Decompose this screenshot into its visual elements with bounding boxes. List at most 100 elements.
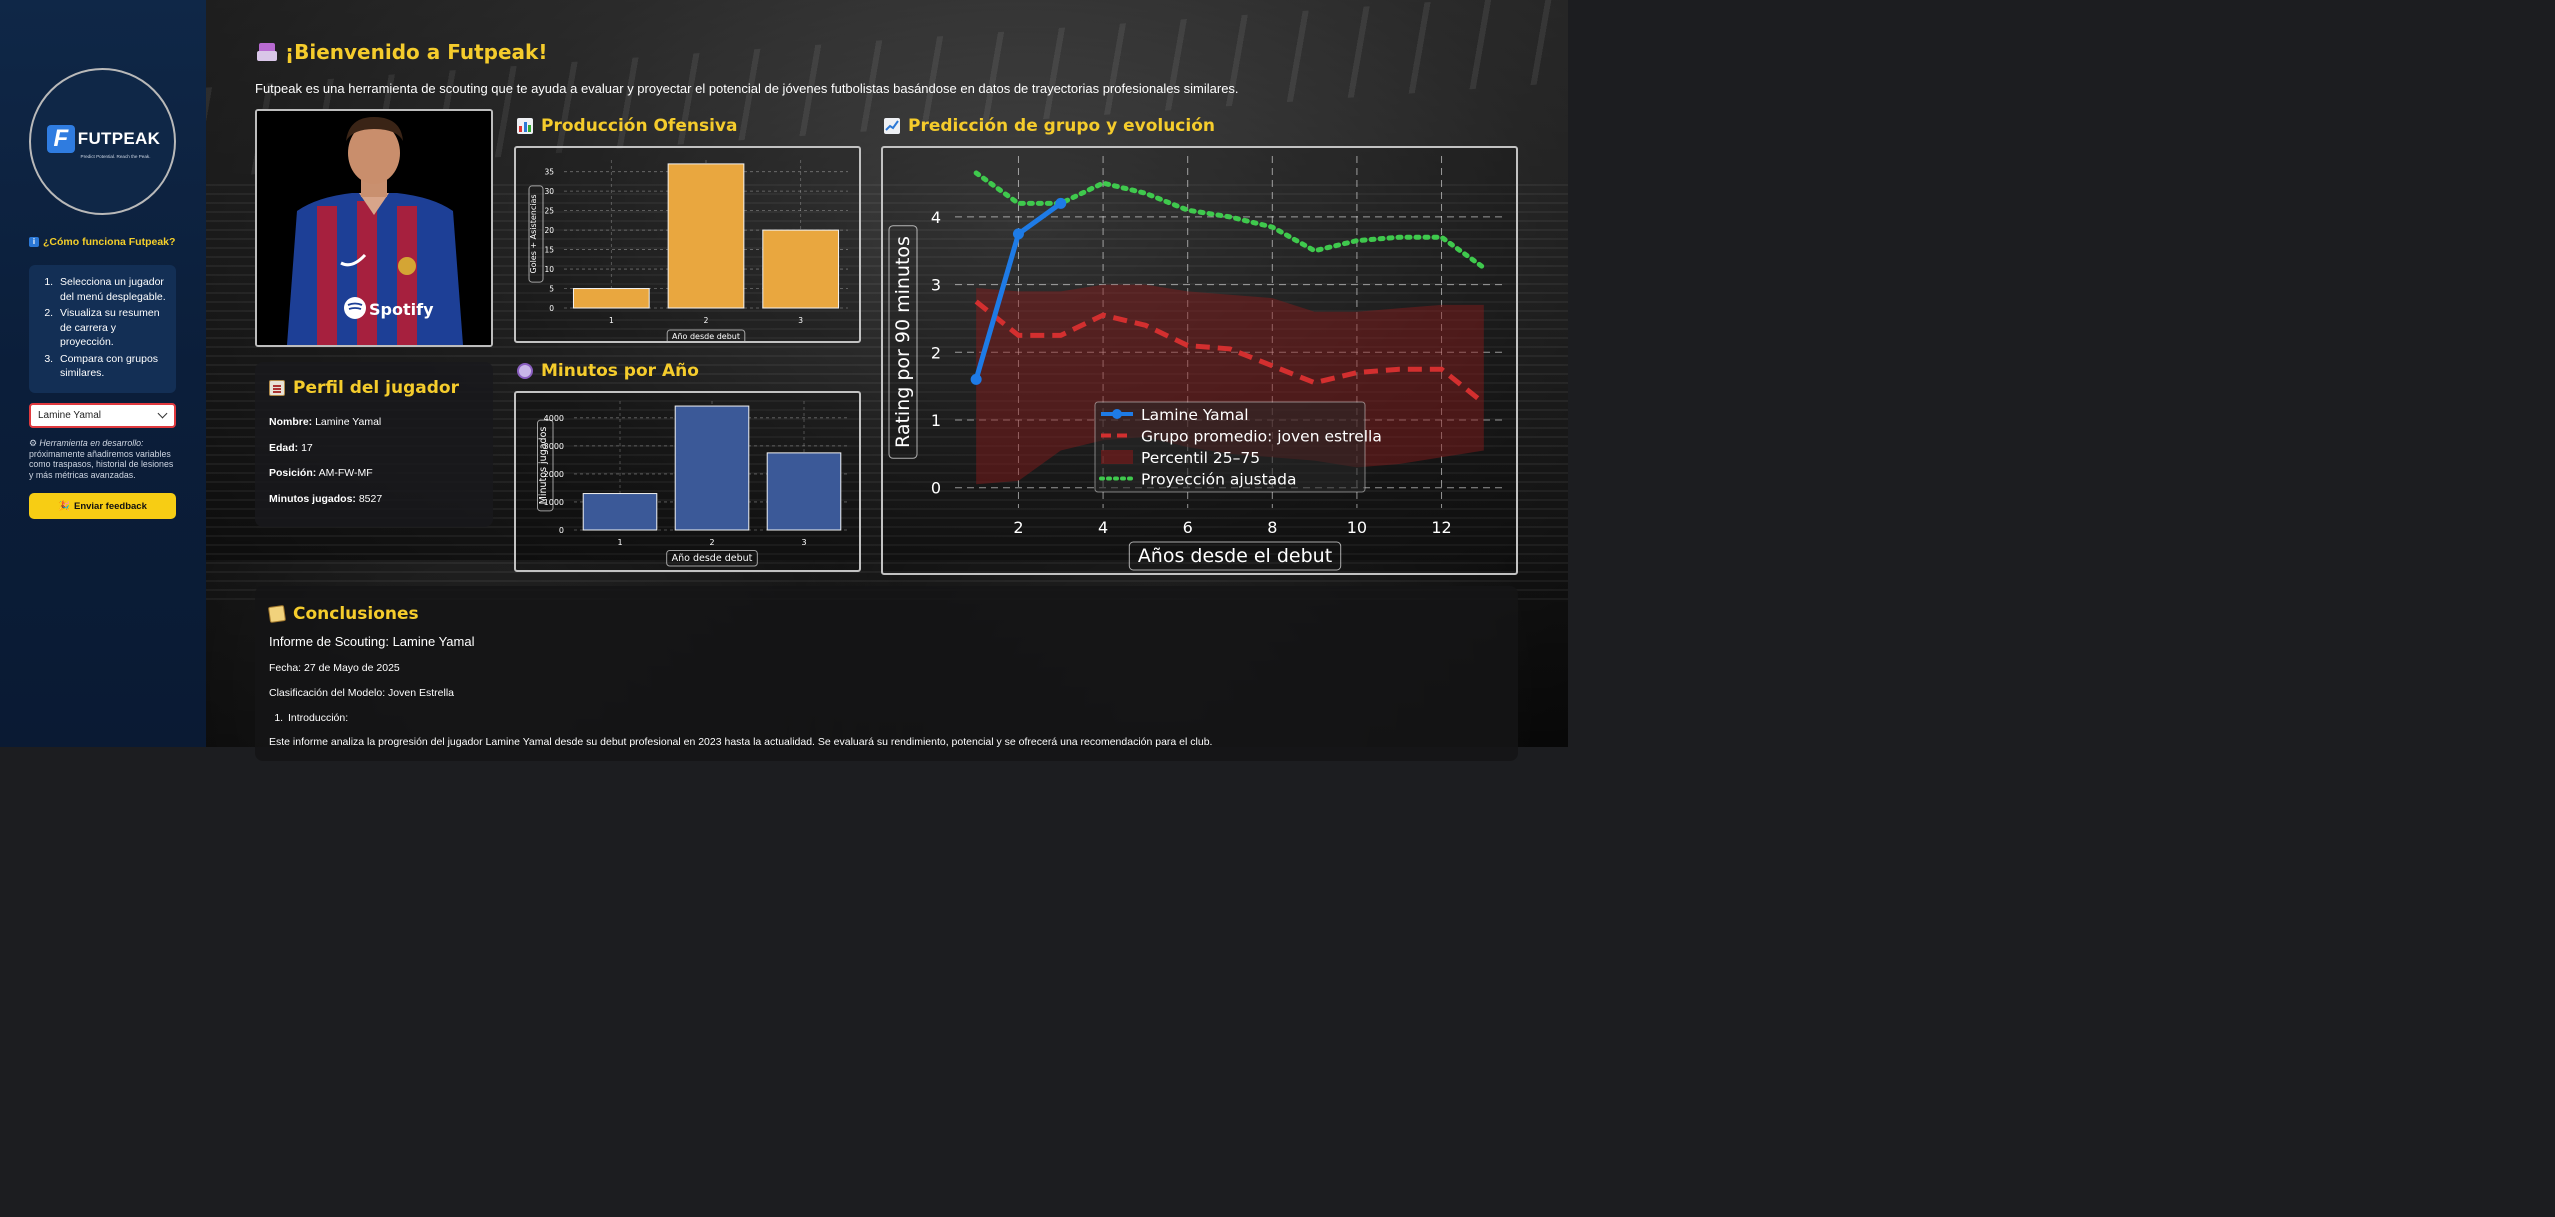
info-icon: i xyxy=(29,237,39,247)
x-tick-label: 6 xyxy=(1183,518,1193,537)
prediction-chart-title: Predicción de grupo y evolución xyxy=(884,116,1215,136)
step-item: Visualiza su resumen de carrera y proyec… xyxy=(56,306,168,350)
step-item: Selecciona un jugador del menú desplegab… xyxy=(56,275,168,304)
gear-icon: ⚙ xyxy=(29,438,37,448)
x-tick-label: 3 xyxy=(798,316,803,325)
profile-rows: Nombre: Lamine Yamal Edad: 17 Posición: … xyxy=(269,410,479,512)
x-axis-label: Año desde debut xyxy=(672,553,753,564)
player-photo: Spotify xyxy=(255,109,493,347)
chevron-down-icon[interactable] xyxy=(157,408,168,419)
development-note: ⚙ Herramienta en desarrollo: próximament… xyxy=(29,438,179,480)
y-tick-label: 15 xyxy=(544,246,554,255)
send-feedback-label: Enviar feedback xyxy=(73,500,147,512)
bar-1 xyxy=(582,493,658,531)
player-profile-card: Perfil del jugador Nombre: Lamine Yamal … xyxy=(255,362,493,527)
prediction-chart-svg: 012342 4 6 8 10 12Años desde el debutRating p… xyxy=(888,156,1505,571)
bar-3 xyxy=(766,452,842,531)
bar-2 xyxy=(674,405,750,531)
conclusions-section: Conclusiones Informe de Scouting: Lamine… xyxy=(255,586,1518,761)
development-note-text: próximamente añadiremos variables como t… xyxy=(29,448,174,480)
x-tick-label: 2 xyxy=(1013,518,1023,537)
sponsor-logo-text: Spotify xyxy=(369,300,434,319)
x-tick-label: 10 xyxy=(1347,518,1367,537)
profile-title-text: Perfil del jugador xyxy=(293,378,459,398)
page-subtitle: Futpeak es una herramienta de scouting q… xyxy=(255,81,1239,96)
bar-chart-icon xyxy=(517,118,533,134)
player-select[interactable]: Lamine Yamal xyxy=(29,403,176,428)
legend-swatch-player-marker xyxy=(1112,409,1122,419)
y-tick-label: 30 xyxy=(544,187,554,196)
x-axis-label: Años desde el debut xyxy=(1138,545,1332,567)
logo-f-icon: F xyxy=(46,124,75,153)
x-tick-label: 4 xyxy=(1098,518,1108,537)
y-tick-label: 4000 xyxy=(544,414,564,423)
send-feedback-button[interactable]: 🎉 Enviar feedback xyxy=(29,493,176,519)
player-select-value: Lamine Yamal xyxy=(38,410,101,421)
x-tick-label: 12 xyxy=(1431,518,1451,537)
minutes-chart-title: Minutos por Año xyxy=(517,361,699,381)
offense-chart-title-text: Producción Ofensiva xyxy=(541,116,738,136)
popper-icon: 🎉 xyxy=(58,500,70,512)
offense-chart-title: Producción Ofensiva xyxy=(517,116,737,136)
report-heading: Informe de Scouting: Lamine Yamal xyxy=(269,634,475,649)
y-tick-label: 0 xyxy=(931,479,941,498)
report-list: Introducción: xyxy=(269,712,1504,724)
x-tick-label: 3 xyxy=(801,538,806,547)
offense-chart-svg: 0 5 10 15 20 25 30 35 1 2 3 Año desde debut Goles + … xyxy=(528,160,848,341)
trend-chart-icon xyxy=(884,118,900,134)
how-it-works-title: i ¿Cómo funciona Futpeak? xyxy=(29,236,175,248)
player-image: Spotify xyxy=(257,111,491,345)
x-tick-label: 1 xyxy=(617,538,622,547)
legend-label: Grupo promedio: joven estrella xyxy=(1141,428,1382,446)
x-tick-label: 2 xyxy=(709,538,714,547)
profile-row-minutes: Minutos jugados: 8527 xyxy=(269,492,383,505)
logo-name: FUTPEAK xyxy=(77,128,161,148)
player-point xyxy=(1012,228,1024,240)
bar-1 xyxy=(572,288,650,309)
report-date: Fecha: 27 de Mayo de 2025 xyxy=(269,662,400,674)
stadium-icon xyxy=(257,43,277,61)
y-tick-label: 0 xyxy=(559,526,564,535)
projection-line xyxy=(973,170,1487,271)
how-it-works-label: ¿Cómo funciona Futpeak? xyxy=(43,236,176,248)
futpeak-logo: F FUTPEAK Predict Potential. Reach the P… xyxy=(29,68,176,215)
offense-chart: 0 5 10 15 20 25 30 35 1 2 3 Año desde debut Goles + … xyxy=(514,146,861,343)
y-axis-label: Minutos jugados xyxy=(538,427,549,505)
x-tick-label: 8 xyxy=(1267,518,1277,537)
y-tick-label: 20 xyxy=(544,226,554,235)
player-point xyxy=(1055,197,1067,209)
profile-row-age: Edad: 17 xyxy=(269,441,313,454)
minutes-chart-svg: 010002000300040001 2 3Año desde debutMinut… xyxy=(537,401,850,567)
prediction-chart: 0 1 2 3 4 2 4 6 8 10 12 Años desde el debut Rating p… xyxy=(881,146,1518,575)
y-tick-label: 2 xyxy=(931,343,941,362)
y-tick-label: 4 xyxy=(931,208,941,227)
player-point xyxy=(970,373,982,385)
clipboard-icon xyxy=(269,380,285,396)
minutes-chart: 0 1000 2000 3000 4000 1 2 3 Año desde debut Minut… xyxy=(514,391,861,572)
y-tick-label: 1 xyxy=(931,411,941,430)
minutes-chart-title-text: Minutos por Año xyxy=(541,361,699,381)
x-tick-label: 1 xyxy=(609,316,614,325)
x-tick-label: 2 xyxy=(704,316,709,325)
y-tick-label: 3 xyxy=(931,276,941,295)
profile-title: Perfil del jugador xyxy=(269,378,479,398)
bar-2 xyxy=(667,163,745,309)
y-tick-label: 25 xyxy=(544,207,554,216)
report-intro-text: Este informe analiza la progresión del j… xyxy=(269,736,1213,748)
profile-row-position: Posición: AM-FW-MF xyxy=(269,467,373,479)
legend-label: Proyección ajustada xyxy=(1141,471,1297,489)
prediction-chart-title-text: Predicción de grupo y evolución xyxy=(908,116,1215,136)
stopwatch-icon xyxy=(517,363,533,379)
development-note-label: Herramienta en desarrollo: xyxy=(39,438,144,448)
y-tick-label: 5 xyxy=(549,285,554,294)
y-tick-label: 0 xyxy=(549,304,554,313)
sidebar: F FUTPEAK Predict Potential. Reach the P… xyxy=(0,0,206,747)
conclusions-title: Conclusiones xyxy=(267,604,1504,624)
report-classification: Clasificación del Modelo: Joven Estrella xyxy=(269,687,455,699)
how-it-works-steps: Selecciona un jugador del menú desplegab… xyxy=(29,265,176,393)
legend-label: Percentil 25–75 xyxy=(1141,449,1260,467)
page-title-text: ¡Bienvenido a Futpeak! xyxy=(285,40,548,64)
profile-row-name: Nombre: Lamine Yamal xyxy=(269,416,382,428)
legend-swatch-band xyxy=(1101,450,1133,464)
x-axis-label: Año desde debut xyxy=(672,332,740,341)
